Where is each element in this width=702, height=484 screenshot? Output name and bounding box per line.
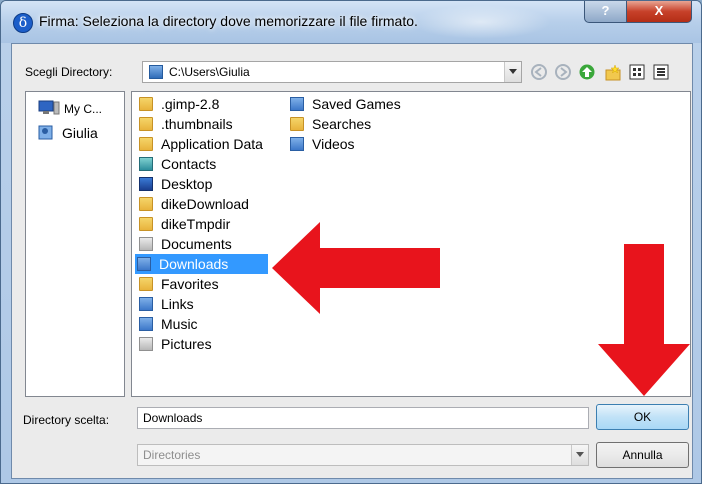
videos-folder-icon xyxy=(290,137,304,151)
help-button[interactable]: ? xyxy=(584,1,627,23)
path-value: C:\Users\Giulia xyxy=(169,65,250,79)
file-name: Music xyxy=(161,316,198,332)
details-view-icon[interactable] xyxy=(652,64,670,82)
music-folder-icon xyxy=(139,317,153,331)
red-arrow-left-annotation xyxy=(272,222,440,314)
contacts-folder-icon xyxy=(139,157,153,171)
up-icon[interactable] xyxy=(578,64,596,82)
title-glass-highlight xyxy=(411,5,551,39)
file-name: Favorites xyxy=(161,276,219,292)
list-item[interactable]: Music xyxy=(137,314,198,334)
searches-folder-icon xyxy=(290,117,304,131)
file-name: Contacts xyxy=(161,156,217,172)
list-item[interactable]: .thumbnails xyxy=(137,114,233,134)
list-item[interactable]: Documents xyxy=(137,234,232,254)
file-name: Downloads xyxy=(159,256,229,272)
dialog-window: δ Firma: Seleziona la directory dove mem… xyxy=(0,0,702,484)
folder-icon xyxy=(139,217,153,231)
saved-games-folder-icon xyxy=(290,97,304,111)
user-folder-icon xyxy=(149,65,163,79)
app-icon[interactable]: δ xyxy=(13,13,33,33)
file-name: .thumbnails xyxy=(161,116,233,132)
list-item[interactable]: Searches xyxy=(288,114,371,134)
desktop-folder-icon xyxy=(139,177,153,191)
file-name: .gimp-2.8 xyxy=(161,96,220,112)
list-item[interactable]: Links xyxy=(137,294,194,314)
file-name: Saved Games xyxy=(312,96,401,112)
list-item[interactable]: .gimp-2.8 xyxy=(137,94,219,114)
list-item[interactable]: Saved Games xyxy=(288,94,401,114)
window-title: Firma: Seleziona la directory dove memor… xyxy=(39,13,418,29)
new-folder-icon[interactable] xyxy=(604,64,622,82)
list-item[interactable]: Desktop xyxy=(137,174,212,194)
computer-icon xyxy=(38,100,60,115)
pictures-folder-icon xyxy=(139,337,153,351)
directory-chosen-input[interactable]: Downloads xyxy=(137,407,589,429)
file-name: Application Data xyxy=(161,136,263,152)
directory-chosen-label: Directory scelta: xyxy=(23,413,110,427)
file-name: Searches xyxy=(312,116,372,132)
list-item[interactable]: Application Data xyxy=(137,134,263,154)
file-name: Desktop xyxy=(161,176,213,192)
path-combo[interactable]: C:\Users\Giulia xyxy=(142,61,522,83)
chevron-down-icon[interactable] xyxy=(504,62,521,82)
close-button[interactable]: X xyxy=(626,1,692,23)
arrow-left-shape xyxy=(272,222,440,314)
red-arrow-down-annotation xyxy=(598,244,690,396)
file-name: Pictures xyxy=(161,336,212,352)
links-folder-icon xyxy=(139,297,153,311)
list-item[interactable]: Pictures xyxy=(137,334,212,354)
folder-icon xyxy=(139,97,153,111)
file-name: Links xyxy=(161,296,194,312)
file-name: Documents xyxy=(161,236,232,252)
sidebar-item-label: My C... xyxy=(64,102,102,116)
chevron-down-icon[interactable] xyxy=(571,445,588,465)
places-sidebar: My C... Giulia xyxy=(25,91,125,397)
documents-folder-icon xyxy=(139,237,153,251)
file-name: dikeDownload xyxy=(161,196,249,212)
user-folder-icon xyxy=(38,125,53,140)
grid-view-icon[interactable] xyxy=(628,64,646,82)
favorites-folder-icon xyxy=(139,277,153,291)
ok-button[interactable]: OK xyxy=(596,404,689,430)
file-name: dikeTmpdir xyxy=(161,216,231,232)
list-item-selected[interactable]: Downloads xyxy=(135,254,268,274)
folder-icon xyxy=(139,197,153,211)
file-type-filter[interactable]: Directories xyxy=(137,444,589,466)
cancel-button[interactable]: Annulla xyxy=(596,442,689,468)
arrow-down-shape xyxy=(598,244,690,396)
filter-value: Directories xyxy=(143,448,201,462)
title-bar[interactable]: δ Firma: Seleziona la directory dove mem… xyxy=(1,1,701,43)
list-item[interactable]: dikeTmpdir xyxy=(137,214,230,234)
file-list-pane: .gimp-2.8 .thumbnails Application Data C… xyxy=(131,91,691,397)
sidebar-item-giulia[interactable]: Giulia xyxy=(38,124,98,141)
forward-icon[interactable] xyxy=(554,64,572,82)
folder-icon xyxy=(139,117,153,131)
list-item[interactable]: Contacts xyxy=(137,154,216,174)
folder-icon xyxy=(139,137,153,151)
file-name: Videos xyxy=(312,136,355,152)
choose-directory-label: Scegli Directory: xyxy=(25,65,113,79)
back-icon[interactable] xyxy=(530,64,548,82)
list-item[interactable]: dikeDownload xyxy=(137,194,249,214)
list-item[interactable]: Videos xyxy=(288,134,355,154)
sidebar-item-my-computer[interactable]: My C... xyxy=(38,100,102,116)
downloads-folder-icon xyxy=(137,257,151,271)
list-item[interactable]: Favorites xyxy=(137,274,219,294)
sidebar-item-label: Giulia xyxy=(62,125,98,141)
